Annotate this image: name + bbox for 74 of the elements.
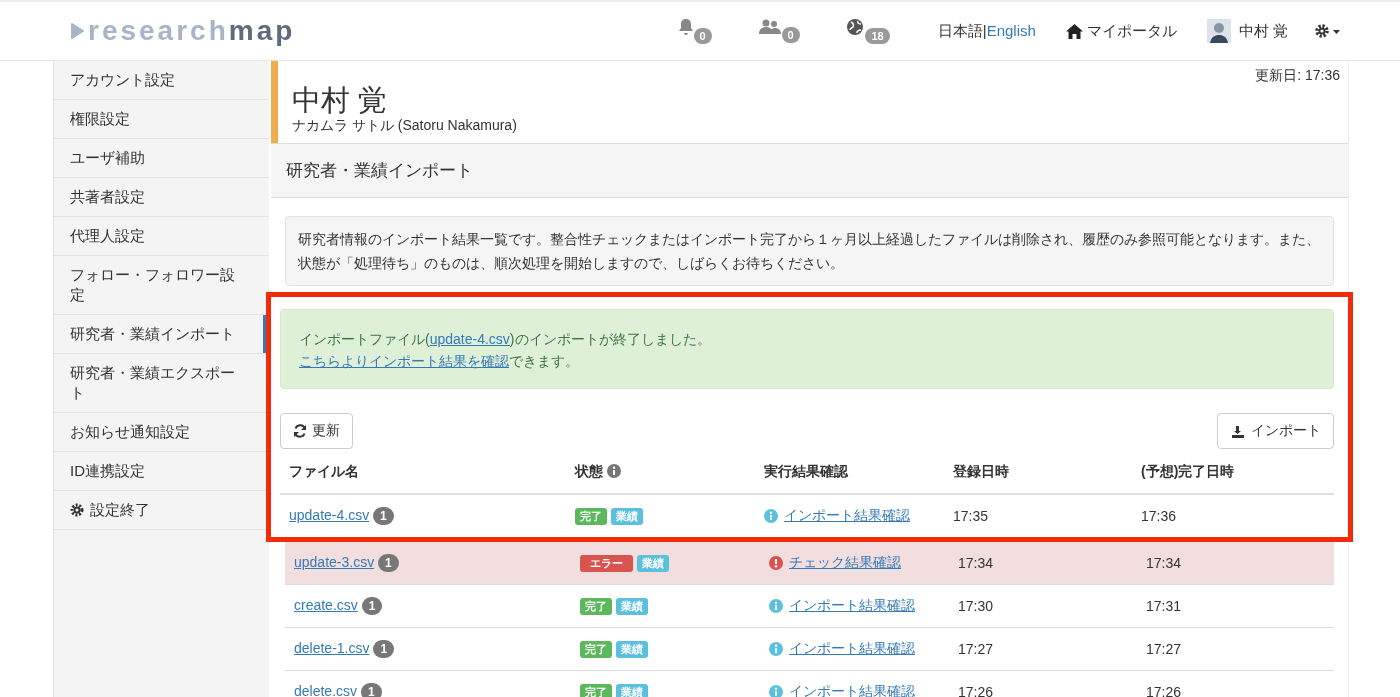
warning-icon [769, 555, 783, 570]
completed-time: 17:27 [1146, 641, 1182, 657]
avatar-icon [1206, 19, 1231, 43]
result-link[interactable]: インポート結果確認 [789, 639, 915, 658]
registered-time: 17:30 [958, 598, 994, 614]
column-header: 登録日時 [953, 463, 1009, 479]
settings-menu[interactable] [1314, 23, 1340, 39]
category-label: 業績 [610, 508, 643, 525]
people-icon[interactable] [757, 19, 782, 35]
globe-icon[interactable] [845, 18, 864, 36]
count-badge: 1 [373, 507, 394, 525]
upload-icon [1230, 424, 1246, 438]
registered-time: 17:35 [953, 508, 989, 524]
status-label: エラー [580, 555, 633, 572]
count-badge: 1 [361, 597, 383, 615]
home-icon [1065, 23, 1083, 39]
registered-time: 17:26 [958, 684, 994, 697]
user-menu[interactable]: 中村 覚 [1206, 19, 1288, 43]
researcher-reading: ナカムラ サトル (Satoru Nakamura) [292, 117, 517, 135]
count-badge: 1 [373, 640, 395, 658]
contact-count: 0 [781, 27, 800, 43]
info-icon[interactable] [607, 464, 621, 478]
file-link[interactable]: delete-1.csv [294, 640, 370, 656]
completed-time: 17:36 [1141, 508, 1177, 524]
notice-text: 研究者情報のインポート結果一覧です。整合性チェックまたはインポート完了から１ヶ月以上経過したファイルは削除され、履歴のみ参照可能となります。また、状態が「処理待ち」のものは、順次処理を開始しますので、しばらくお待ちください。 [285, 216, 1334, 286]
language-separator: | [982, 21, 987, 39]
play-icon [70, 23, 84, 39]
site-logo[interactable]: researchmap [88, 15, 296, 47]
result-link[interactable]: インポート結果確認 [789, 682, 915, 697]
column-header: (予想)完了日時 [1141, 463, 1235, 479]
file-link[interactable]: update-3.csv [294, 554, 375, 570]
researcher-name: 中村 覚 [292, 83, 389, 117]
globe-count: 18 [865, 28, 890, 44]
completed-time: 17:26 [1146, 684, 1182, 697]
file-link[interactable]: update-4.csv [429, 331, 510, 347]
count-badge: 1 [378, 554, 399, 572]
import-button[interactable]: インポート [1217, 413, 1334, 449]
file-link[interactable]: create.csv [294, 597, 358, 613]
refresh-icon [293, 424, 307, 438]
refresh-button[interactable]: 更新 [280, 413, 353, 449]
file-link[interactable]: delete.csv [294, 683, 358, 697]
result-link[interactable]: こちらよりインポート結果を確認 [299, 353, 509, 369]
alert-text: インポートファイル(update-4.csv)のインポートが終了しました。 [299, 331, 711, 347]
category-label: 業績 [615, 598, 648, 615]
alert-text: こちらよりインポート結果を確認できます。 [299, 353, 579, 369]
notification-count: 0 [693, 28, 712, 44]
count-badge: 1 [360, 683, 382, 697]
column-header: ファイル名 [289, 463, 359, 479]
category-label: 業績 [615, 641, 648, 658]
language-link[interactable]: English [986, 21, 1036, 39]
completed-time: 17:34 [1146, 555, 1182, 571]
completed-time: 17:31 [1146, 598, 1182, 614]
gear-icon [70, 503, 84, 517]
column-header: 状態 [575, 463, 603, 479]
file-link[interactable]: update-4.csv [289, 507, 370, 523]
category-label: 業績 [636, 555, 669, 572]
portal-link[interactable]: マイポータル [1065, 21, 1177, 41]
registered-time: 17:27 [958, 641, 994, 657]
status-label: 完了 [575, 508, 607, 525]
column-header: 実行結果確認 [764, 463, 848, 479]
registered-time: 17:34 [958, 555, 994, 571]
bell-icon[interactable] [677, 18, 694, 36]
section-heading: 研究者・業績インポート [271, 143, 1348, 198]
info-icon [769, 641, 783, 656]
info-icon [769, 598, 783, 613]
updated-date: 更新日: 17:36 [1255, 67, 1340, 85]
result-link[interactable]: インポート結果確認 [784, 506, 910, 525]
status-label: 完了 [580, 684, 612, 697]
info-icon [764, 508, 778, 523]
sidebar-item[interactable]: 研究者・業績インポート [54, 315, 269, 354]
status-label: 完了 [580, 641, 612, 658]
result-link[interactable]: インポート結果確認 [789, 596, 915, 615]
language-current: 日本語 [937, 21, 983, 39]
status-label: 完了 [580, 598, 612, 615]
